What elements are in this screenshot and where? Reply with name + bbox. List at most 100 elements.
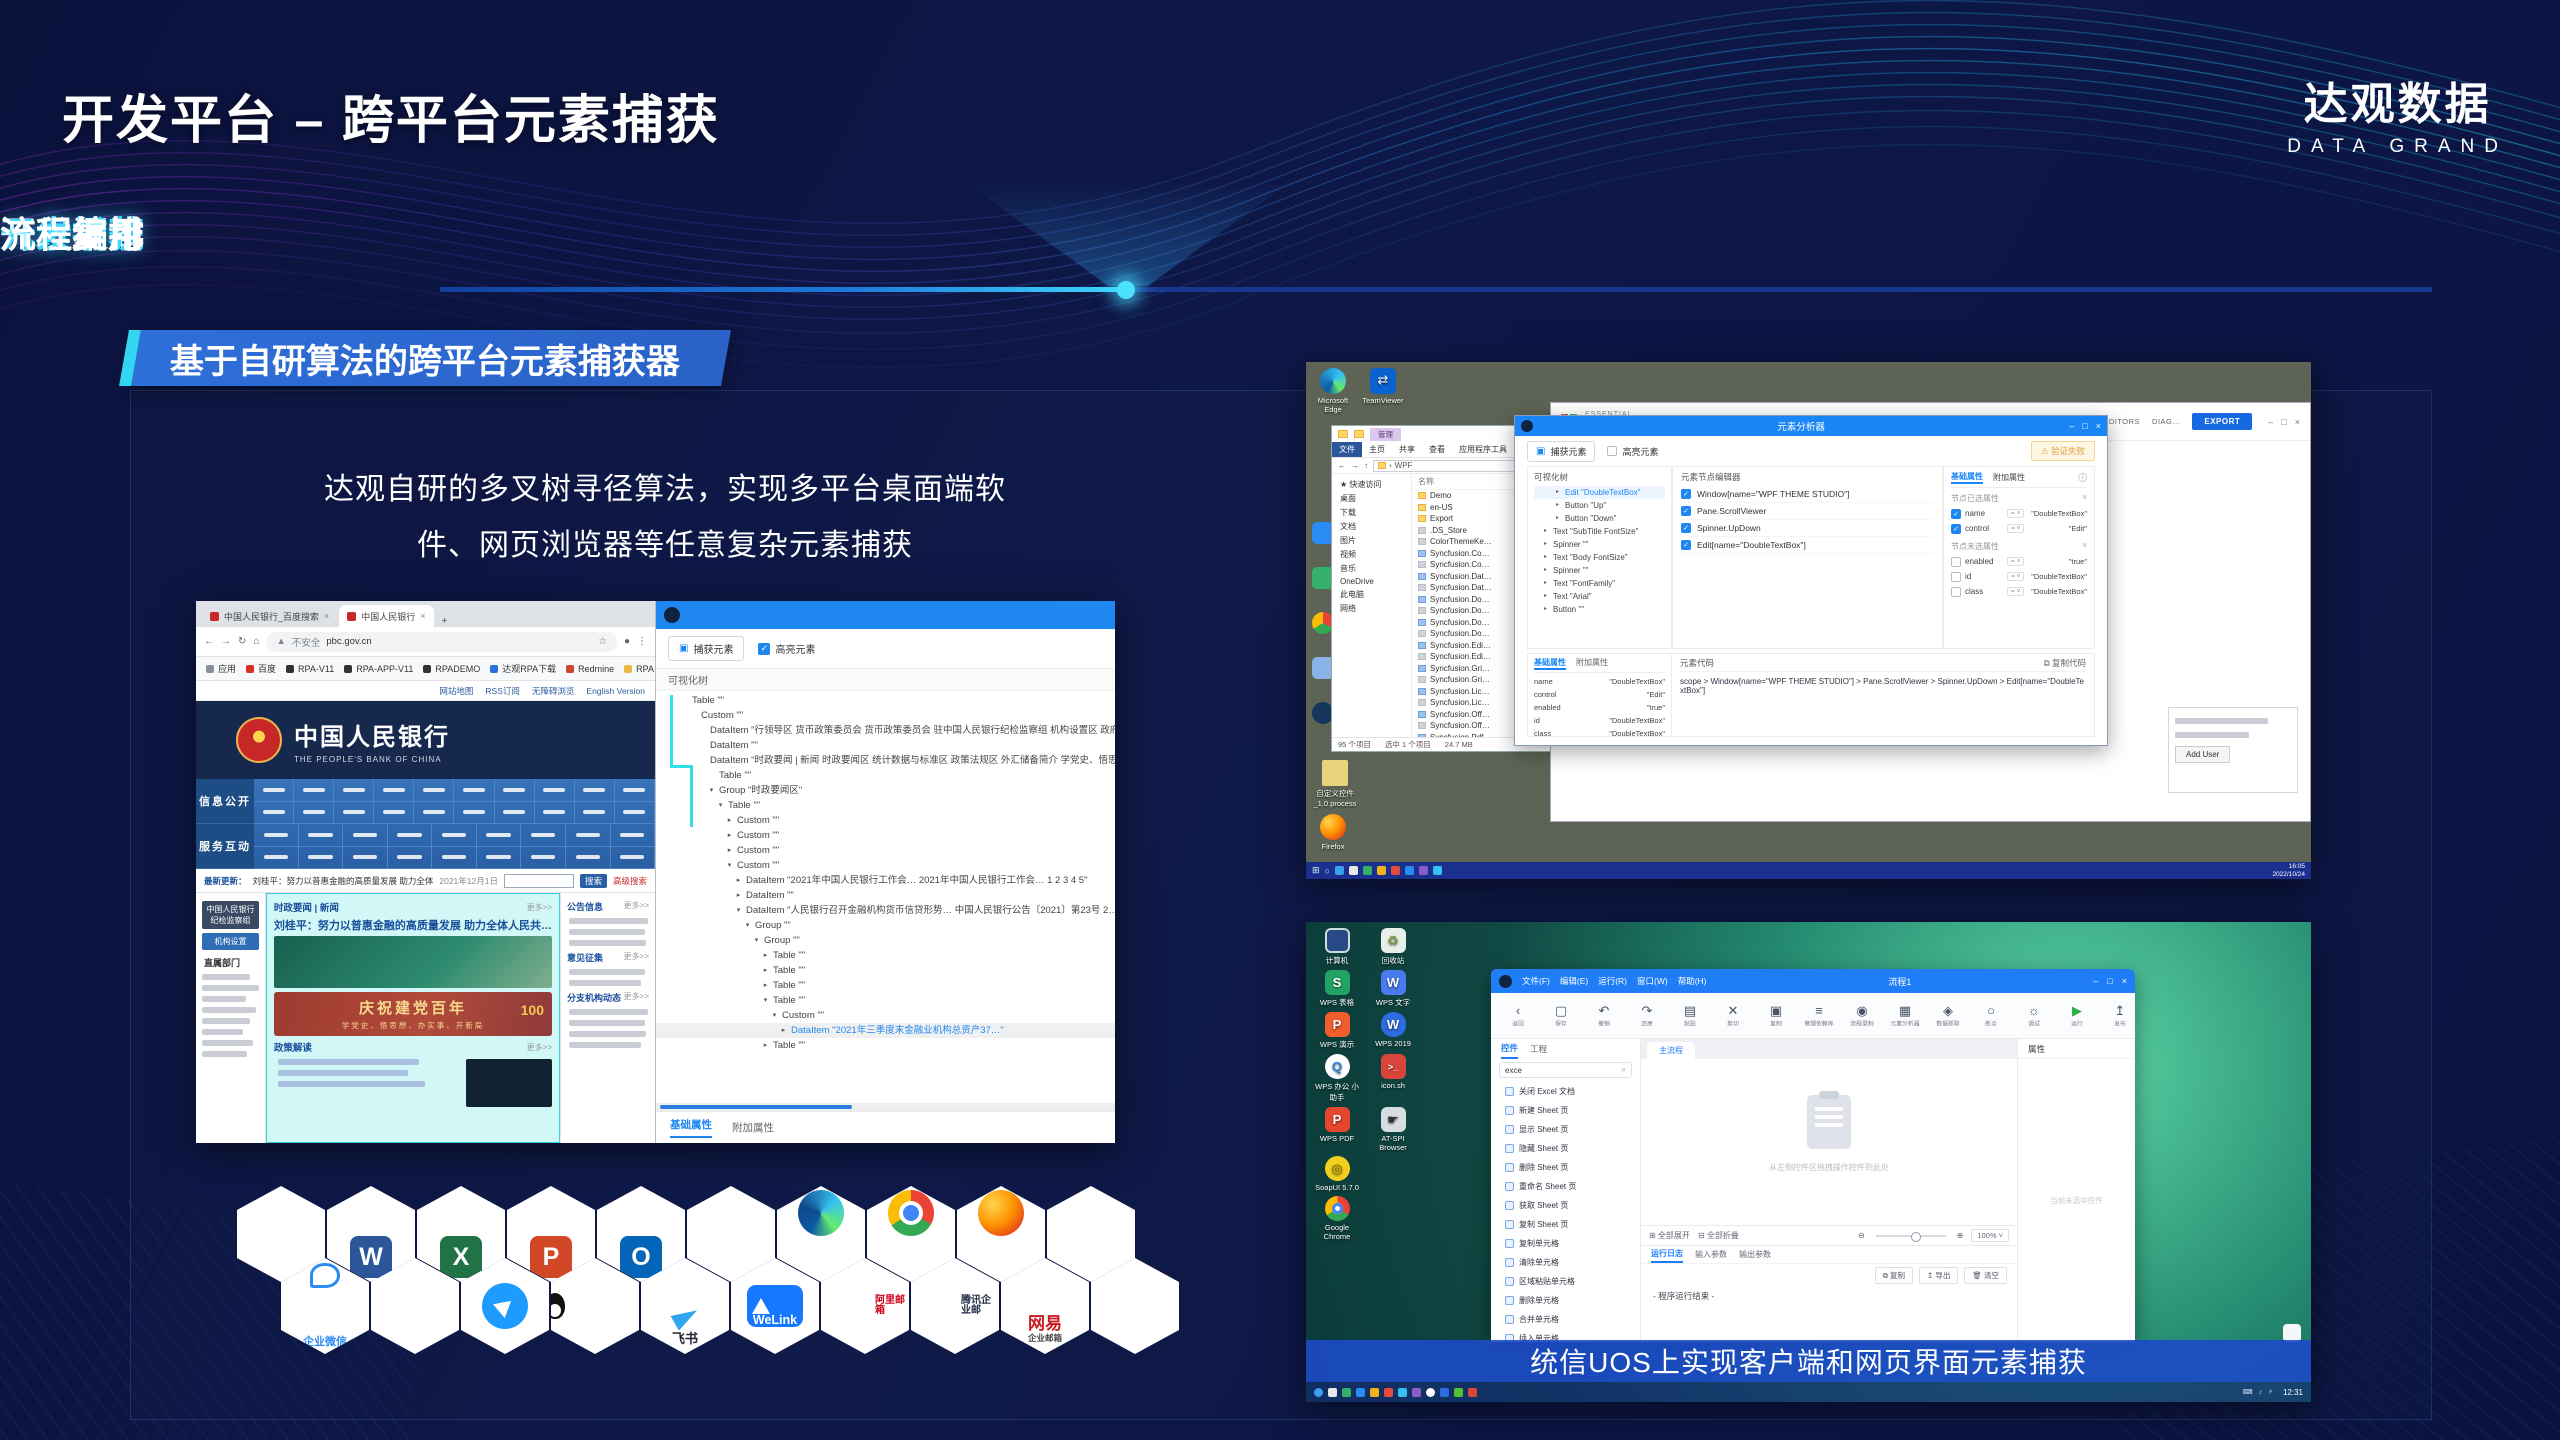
prop-row[interactable]: class= ˅"DoubleTextBox" [1951,584,2087,599]
desktop-icon-process-file[interactable]: 自定义控件_1.0.process [1308,760,1362,808]
expander-icon[interactable]: ▸ [761,963,770,978]
tree-item[interactable]: ▸Spinner "" [1534,564,1665,577]
omnibox[interactable]: ▲不安全pbc.gov.cn☆ [266,632,617,652]
control-item[interactable]: 新建 Sheet 页 [1505,1101,1640,1120]
utility-link[interactable]: 网站地图 [439,685,473,697]
tree-item[interactable]: ▸Edit "DoubleTextBox" [1534,486,1665,499]
expander-icon[interactable]: ▸ [761,1038,770,1053]
toolbar-button[interactable]: ▢保存 [1544,1003,1578,1028]
expand-all-button[interactable]: ⊞ 全部展开 [1649,1230,1690,1241]
tree-item[interactable]: ▸Custom "" [656,813,1115,828]
control-item[interactable]: 隐藏 Sheet 页 [1505,1139,1640,1158]
tree-item[interactable]: DataItem "行领导区 货币政策委员会 货币政策委员会 驻中国人民银行纪检… [656,723,1115,738]
more-link[interactable]: 更多>> [624,991,649,1004]
bookmark-item[interactable]: RPADEMO [423,664,480,674]
tab-input-params[interactable]: 输入参数 [1695,1249,1727,1260]
expander-icon[interactable]: ▾ [752,933,761,948]
prop-row[interactable]: enabled= ˅"true" [1951,554,2087,569]
bookmark-item[interactable]: RPA [624,664,654,674]
toolbar-button[interactable]: ○断点 [1974,1003,2008,1028]
tree-item[interactable]: ▸Table "" [656,1038,1115,1053]
checkbox-icon[interactable]: ✓ [1681,540,1691,550]
back-icon[interactable]: ← [204,636,214,647]
tree-item[interactable]: ▸Button "" [1534,603,1665,616]
desktop-icon-teamviewer[interactable]: TeamViewer [1360,368,1406,405]
video-thumbnail[interactable] [466,1059,552,1107]
control-item[interactable]: 区域粘贴单元格 [1505,1272,1640,1291]
tab-output-params[interactable]: 输出参数 [1739,1249,1771,1260]
ribbon-tab[interactable]: 主页 [1362,442,1392,457]
tree-item[interactable]: ▸Button "Down" [1534,512,1665,525]
checkbox-icon[interactable] [1951,557,1961,567]
desktop-icon[interactable]: W WPS 2019 [1370,1012,1416,1050]
control-item[interactable]: 显示 Sheet 页 [1505,1120,1640,1139]
control-item[interactable]: 重命名 Sheet 页 [1505,1177,1640,1196]
menu-item[interactable]: 编辑(E) [1560,975,1588,987]
tree-item[interactable]: ▾Custom "" [656,1008,1115,1023]
tree-item[interactable]: ▾Group "" [656,918,1115,933]
desktop-icon[interactable] [1370,1156,1416,1192]
toolbar-button[interactable]: ↷还原 [1630,1003,1664,1028]
expander-icon[interactable]: ▸ [761,978,770,993]
checkbox-icon[interactable] [1607,446,1617,456]
toolbar-button[interactable]: ◉流程录制 [1845,1003,1879,1028]
sidebar-chip[interactable]: 中国人民银行纪检监察组 [202,901,259,929]
expander-icon[interactable]: ▸ [734,888,743,903]
desktop-icon[interactable]: Google Chrome [1314,1196,1360,1241]
expander-icon[interactable]: ▾ [743,918,752,933]
bookmark-item[interactable]: RPA-V11 [286,664,334,674]
tab-extra-props[interactable]: 附加属性 [1576,657,1608,670]
horizontal-scrollbar[interactable] [656,1103,1115,1111]
menu-item[interactable]: 文件(F) [1522,975,1550,987]
tab-extra-props[interactable]: 附加属性 [1993,472,2025,483]
stage-tab[interactable]: 流程复用 [0,206,144,258]
expander-icon[interactable]: ▸ [734,873,743,888]
desktop-icon[interactable]: ☛ AT-SPI Browser [1370,1107,1416,1152]
window-controls[interactable]: –□× [2268,417,2300,427]
tree-item[interactable]: Table "" [656,768,1115,783]
desktop-icon[interactable]: S WPS 表格 [1314,970,1360,1008]
more-link[interactable]: 更多>> [527,902,552,913]
bookmark-item[interactable]: Redmine [566,664,614,674]
bookmark-item[interactable]: 应用 [206,662,236,675]
forward-icon[interactable]: → [221,636,231,647]
new-tab-button[interactable]: + [436,616,454,627]
tab-run-log[interactable]: 运行日志 [1651,1246,1683,1263]
reload-icon[interactable]: ↻ [238,636,246,647]
desktop-icon[interactable]: Q WPS 办公 小助手 [1314,1054,1360,1103]
checkbox-icon[interactable]: ✓ [1951,509,1961,519]
menu-icon[interactable]: ⋮ [637,636,647,647]
collapse-icon[interactable]: ˅ [2082,541,2087,552]
toolbar-button[interactable]: ▤粘贴 [1673,1003,1707,1028]
canvas-tab[interactable]: 主流程 [1647,1042,1695,1059]
zoom-slider[interactable] [1876,1235,1946,1237]
highlight-element-checkbox[interactable]: ✓高亮元素 [758,641,815,656]
desktop-icon[interactable]: ◎ SoapUI 5.7.0 [1314,1156,1360,1192]
sidebar-item[interactable]: 网络 [1332,601,1411,615]
expander-icon[interactable]: ▾ [734,903,743,918]
toolbar-button[interactable]: ▦元素分析器 [1888,1003,1922,1028]
toolbar-button[interactable]: ▣复制 [1759,1003,1793,1028]
tab-basic-props[interactable]: 基础属性 [1534,657,1566,670]
tree-item[interactable]: DataItem "时政要闻 | 新闻 时政要闻区 统计数据与标准区 政策法规区… [656,753,1115,768]
expander-icon[interactable]: ▸ [725,813,734,828]
bookmark-star-icon[interactable]: ☆ [598,636,607,647]
ribbon-tab[interactable]: 应用程序工具 [1452,442,1514,457]
desktop-icon[interactable]: 计算机 [1314,928,1360,966]
sidebar-item[interactable]: 视频 [1332,547,1411,561]
bookmark-item[interactable]: 达观RPA下载 [490,662,556,675]
checkbox-icon[interactable]: ✓ [758,643,770,655]
expander-icon[interactable]: ▸ [725,828,734,843]
more-link[interactable]: 更多>> [527,1042,552,1053]
node-row[interactable]: ✓Spinner.UpDown [1681,520,1934,537]
tab-project[interactable]: 工程 [1530,1043,1547,1055]
desktop-icon[interactable]: >_ icon.sh [1370,1054,1416,1103]
advanced-search-link[interactable]: 高级搜索 [613,875,647,887]
window-controls[interactable]: –□× [2093,976,2127,986]
more-link[interactable]: 更多>> [624,900,649,913]
export-button[interactable]: EXPORT [2192,413,2252,430]
capture-element-button[interactable]: ▣捕获元素 [1527,441,1595,462]
desktop-icon[interactable]: ♻ 回收站 [1370,928,1416,966]
start-icon[interactable]: ⊞ [1312,865,1320,876]
prop-row[interactable]: ✓name= ˅"DoubleTextBox" [1951,506,2087,521]
